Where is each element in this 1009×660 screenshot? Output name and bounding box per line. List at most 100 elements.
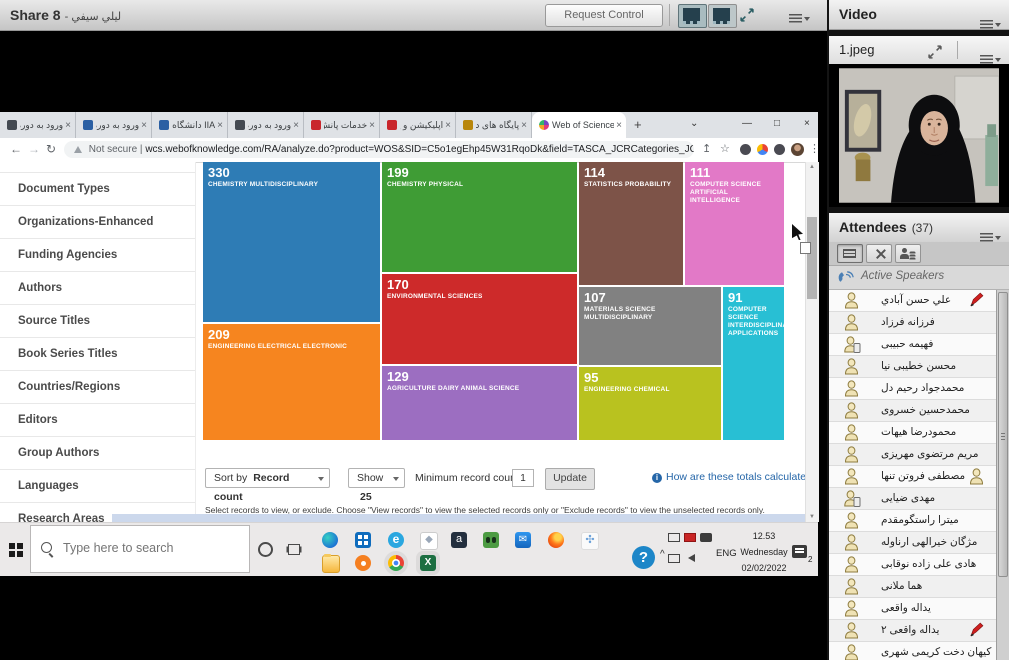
treemap-cell[interactable]: 330CHEMISTRY MULTIDISCIPLINARY xyxy=(203,162,380,322)
browser-tab[interactable]: ورود به دوره ه× xyxy=(228,112,304,138)
attendee-row[interactable]: میترا راستگومقدم xyxy=(829,510,996,532)
scrollbar-thumb[interactable] xyxy=(807,217,817,299)
chrome-icon[interactable] xyxy=(388,555,404,571)
sidebar-item-document-types[interactable]: Document Types xyxy=(0,172,195,205)
fullscreen-icon[interactable] xyxy=(739,7,755,28)
attendee-row[interactable]: علي حسن آبادي xyxy=(829,290,996,312)
speaker-icon[interactable] xyxy=(688,554,695,562)
help-icon[interactable]: ? xyxy=(632,546,655,569)
tab-close-icon[interactable]: × xyxy=(445,120,451,131)
sidebar-item-organizations-enhanced[interactable]: Organizations-Enhanced xyxy=(0,205,195,238)
attendee-row[interactable]: محمدحسین خسروی xyxy=(829,400,996,422)
attendee-row[interactable]: هما ملانی xyxy=(829,576,996,598)
treemap-cell[interactable]: 199CHEMISTRY PHYSICAL xyxy=(382,162,577,272)
tab-close-icon[interactable]: × xyxy=(141,120,147,131)
sidebar-item-group-authors[interactable]: Group Authors xyxy=(0,436,195,469)
openvpn-icon[interactable] xyxy=(355,555,371,571)
tray-chevron-icon[interactable]: ^ xyxy=(660,549,665,560)
scroll-up-icon[interactable]: ▲ xyxy=(809,164,815,170)
request-control-button[interactable]: Request Control xyxy=(545,4,663,27)
search-input[interactable] xyxy=(61,540,245,556)
taskbar-search[interactable] xyxy=(30,525,250,573)
treemap-cell[interactable]: 209ENGINEERING ELECTRICAL ELECTRONIC xyxy=(203,324,380,440)
attendee-row[interactable]: هادی علی زاده نوقابی xyxy=(829,554,996,576)
view-layout-1-button[interactable] xyxy=(678,4,707,28)
tab-close-icon[interactable]: × xyxy=(65,120,71,131)
share-options-menu-icon[interactable] xyxy=(789,10,810,28)
bookmark-star-icon[interactable]: ☆ xyxy=(720,142,730,155)
attendee-row[interactable]: محمودرضا هیهات xyxy=(829,422,996,444)
forward-icon[interactable]: → xyxy=(28,142,40,156)
store-icon[interactable] xyxy=(355,532,371,548)
tab-close-icon[interactable]: × xyxy=(521,120,527,131)
address-bar[interactable]: Not secure | wcs.webofknowledge.com/RA/a… xyxy=(64,141,694,158)
language-indicator[interactable]: ENG xyxy=(716,548,737,559)
treemap-cell[interactable]: 91COMPUTER SCIENCE INTERDISCIPLINARY APP… xyxy=(723,287,784,440)
tab-close-icon[interactable]: × xyxy=(369,120,375,131)
tab-search-icon[interactable]: ⌄ xyxy=(690,118,698,129)
sidebar-item-authors[interactable]: Authors xyxy=(0,271,195,304)
notification-center-icon[interactable] xyxy=(792,545,807,558)
sort-by-select[interactable]: Sort by Record count xyxy=(205,468,330,488)
binoculars-icon[interactable] xyxy=(483,532,499,548)
browser-tab[interactable]: خدمات پانش بر× xyxy=(304,112,380,138)
attendee-row[interactable]: مریم مرتضوی مهریزی xyxy=(829,444,996,466)
treemap-cell[interactable]: 95ENGINEERING CHEMICAL xyxy=(579,367,721,440)
browser-scrollbar[interactable]: ▲ ▼ xyxy=(805,162,819,522)
attendee-row[interactable]: یداله واقعی ۲ xyxy=(829,620,996,642)
browser-tab[interactable]: ورود به دوره ه× xyxy=(76,112,152,138)
browser-tab[interactable]: اپلیکیشن و پایگا× xyxy=(380,112,456,138)
edge-icon[interactable] xyxy=(322,532,338,548)
sidebar-item-source-titles[interactable]: Source Titles xyxy=(0,304,195,337)
monitor-icon[interactable] xyxy=(668,554,680,563)
extension-color-icon[interactable] xyxy=(757,144,768,155)
attendee-row[interactable]: مژگان خیرالهی ارناوله xyxy=(829,532,996,554)
puzzle-extensions-icon[interactable] xyxy=(774,144,785,155)
treemap-cell[interactable]: 107MATERIALS SCIENCE MULTIDISCIPLINARY xyxy=(579,287,721,365)
taskbar-clock[interactable]: 12.53 Wednesday 02/02/2022 xyxy=(740,528,788,576)
update-button[interactable]: Update xyxy=(545,468,595,490)
sidebar-item-funding-agencies[interactable]: Funding Agencies xyxy=(0,238,195,271)
task-view-icon[interactable] xyxy=(288,544,300,555)
camera-icon[interactable] xyxy=(700,533,712,542)
excel-icon[interactable] xyxy=(420,555,436,571)
amazon-icon[interactable] xyxy=(451,532,467,548)
minimize-button[interactable]: — xyxy=(742,118,752,129)
cast-icon[interactable] xyxy=(668,533,680,542)
windows-start-icon[interactable] xyxy=(9,543,15,549)
scroll-down-icon[interactable]: ▼ xyxy=(809,514,815,520)
share-page-icon[interactable]: ↥ xyxy=(702,142,711,155)
new-tab-button[interactable]: + xyxy=(634,117,642,132)
browser-tab[interactable]: IIA دانشگاه بیر× xyxy=(152,112,228,138)
browser-tab[interactable]: ورود به دوره ه× xyxy=(0,112,76,138)
attendee-row[interactable]: فرزانه فرزاد xyxy=(829,312,996,334)
tab-close-icon[interactable]: × xyxy=(616,120,622,131)
treemap-cell[interactable]: 170ENVIRONMENTAL SCIENCES xyxy=(382,274,577,364)
dropbox-icon[interactable] xyxy=(420,532,438,550)
tab-close-icon[interactable]: × xyxy=(217,120,223,131)
extension-icon[interactable] xyxy=(740,144,751,155)
sidebar-item-languages[interactable]: Languages xyxy=(0,469,195,502)
min-record-count-input[interactable] xyxy=(512,469,534,487)
browser-tab[interactable]: Web of Science× xyxy=(532,112,626,138)
attendee-row[interactable]: محسن خطیبی نیا xyxy=(829,356,996,378)
cortana-icon[interactable] xyxy=(258,542,273,557)
participant-video[interactable] xyxy=(829,64,1009,207)
sidebar-item-countries-regions[interactable]: Countries/Regions xyxy=(0,370,195,403)
treemap-cell[interactable]: 111COMPUTER SCIENCE ARTIFICIAL INTELLIGE… xyxy=(685,162,784,285)
attendee-row[interactable]: محمدجواد رحیم دل xyxy=(829,378,996,400)
scrollbar-thumb[interactable] xyxy=(998,292,1008,577)
kebab-menu-icon[interactable]: ⋮ xyxy=(809,142,820,155)
back-icon[interactable]: ← xyxy=(10,142,22,156)
mail-icon[interactable] xyxy=(515,532,531,548)
profile-avatar[interactable] xyxy=(791,143,804,156)
internet-explorer-icon[interactable] xyxy=(388,532,404,548)
treemap-cell[interactable]: 114STATISTICS PROBABILITY xyxy=(579,162,683,285)
attendee-row[interactable]: یداله واقعی xyxy=(829,598,996,620)
meeting-red-icon[interactable] xyxy=(684,533,696,542)
file-explorer-icon[interactable] xyxy=(322,555,340,573)
browser-tab[interactable]: پایگاه های دست× xyxy=(456,112,532,138)
tab-close-icon[interactable]: × xyxy=(293,120,299,131)
maximize-button[interactable]: □ xyxy=(774,118,780,129)
totals-calculated-link[interactable]: How are these totals calculated? xyxy=(652,471,818,483)
